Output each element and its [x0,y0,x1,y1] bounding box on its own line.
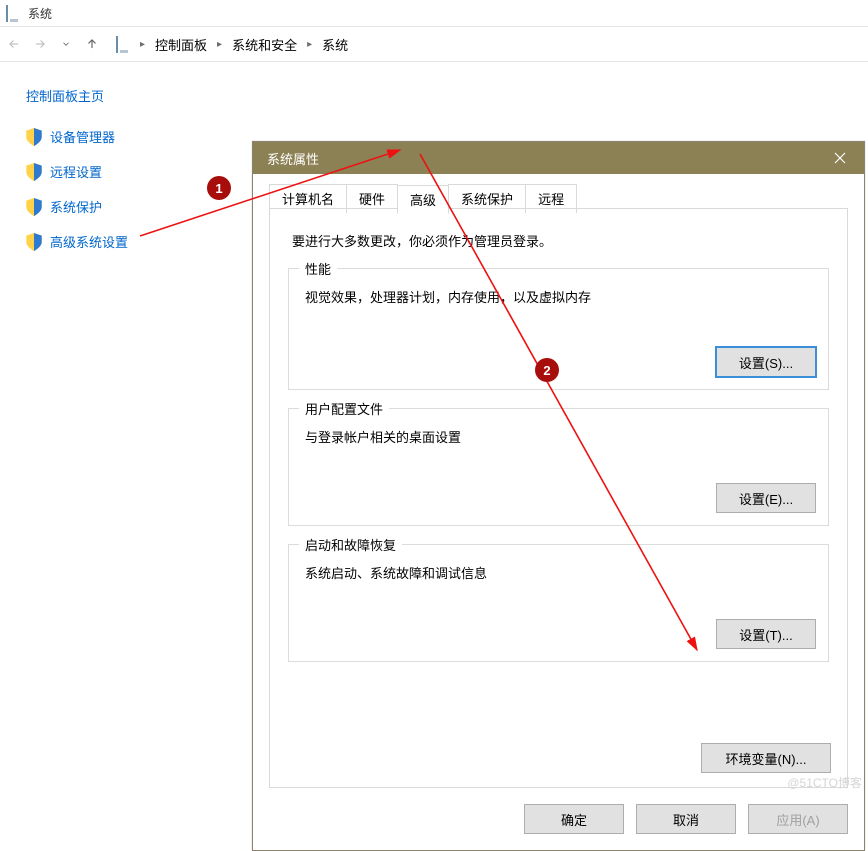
close-icon [834,152,846,164]
breadcrumb[interactable]: ▸ 控制面板 ▸ 系统和安全 ▸ 系统 [110,30,862,58]
chevron-right-icon[interactable]: ▸ [215,39,224,50]
shield-icon [26,128,42,146]
sidebar-link-system-protection[interactable]: 系统保护 [26,197,230,216]
sidebar-link-label: 系统保护 [50,197,102,216]
performance-settings-button[interactable]: 设置(S)... [716,347,816,377]
dialog-body: 计算机名 硬件 高级 系统保护 远程 要进行大多数更改，你必须作为管理员登录。 … [253,174,864,850]
group-title: 用户配置文件 [299,399,389,418]
window-title: 系统 [28,5,52,22]
annotation-marker-1: 1 [207,176,231,200]
shield-icon [26,163,42,181]
chevron-right-icon[interactable]: ▸ [305,39,314,50]
system-properties-dialog: 系统属性 计算机名 硬件 高级 系统保护 远程 要进行大多数更改，你必须作为管理… [252,141,865,851]
nav-up-icon[interactable] [84,36,100,52]
nav-recent-dropdown-icon[interactable] [58,36,74,52]
breadcrumb-item[interactable]: 系统 [318,33,352,56]
breadcrumb-bar: ▸ 控制面板 ▸ 系统和安全 ▸ 系统 [0,26,868,62]
window-titlebar: 系统 [0,0,868,26]
tab-advanced-panel: 要进行大多数更改，你必须作为管理员登录。 性能 视觉效果，处理器计划，内存使用，… [269,208,848,788]
sidebar-link-device-manager[interactable]: 设备管理器 [26,127,230,146]
sidebar: 控制面板主页 设备管理器 远程设置 系统保护 高级系统设置 [0,62,240,267]
sidebar-link-advanced-system-settings[interactable]: 高级系统设置 [26,232,230,251]
breadcrumb-root-icon [116,37,132,51]
sidebar-link-remote-settings[interactable]: 远程设置 [26,162,230,181]
group-title: 性能 [299,259,337,278]
user-profiles-settings-button[interactable]: 设置(E)... [716,483,816,513]
environment-variables-button[interactable]: 环境变量(N)... [701,743,831,773]
breadcrumb-item[interactable]: 控制面板 [151,33,211,56]
group-desc: 与登录帐户相关的桌面设置 [305,427,812,446]
group-title: 启动和故障恢复 [299,535,402,554]
control-panel-home-link[interactable]: 控制面板主页 [26,86,230,105]
sidebar-link-label: 远程设置 [50,162,102,181]
startup-recovery-group: 启动和故障恢复 系统启动、系统故障和调试信息 设置(T)... [288,544,829,662]
ok-button[interactable]: 确定 [524,804,624,834]
sidebar-link-label: 高级系统设置 [50,232,128,251]
user-profiles-group: 用户配置文件 与登录帐户相关的桌面设置 设置(E)... [288,408,829,526]
dialog-close-button[interactable] [816,142,864,174]
breadcrumb-item[interactable]: 系统和安全 [228,33,301,56]
tab-advanced[interactable]: 高级 [397,185,449,214]
group-desc: 视觉效果，处理器计划，内存使用，以及虚拟内存 [305,287,812,306]
system-icon [6,6,22,20]
chevron-right-icon[interactable]: ▸ [138,39,147,50]
shield-icon [26,198,42,216]
apply-button[interactable]: 应用(A) [748,804,848,834]
shield-icon [26,233,42,251]
dialog-title-text: 系统属性 [267,149,319,168]
group-desc: 系统启动、系统故障和调试信息 [305,563,812,582]
nav-back-icon[interactable] [6,36,22,52]
cancel-button[interactable]: 取消 [636,804,736,834]
watermark-text: @51CTO博客 [787,774,862,791]
sidebar-link-label: 设备管理器 [50,127,115,146]
nav-forward-icon [32,36,48,52]
dialog-footer: 确定 取消 应用(A) [253,788,864,850]
dialog-titlebar: 系统属性 [253,142,864,174]
annotation-marker-2: 2 [535,358,559,382]
admin-intro-text: 要进行大多数更改，你必须作为管理员登录。 [292,231,829,250]
startup-recovery-settings-button[interactable]: 设置(T)... [716,619,816,649]
